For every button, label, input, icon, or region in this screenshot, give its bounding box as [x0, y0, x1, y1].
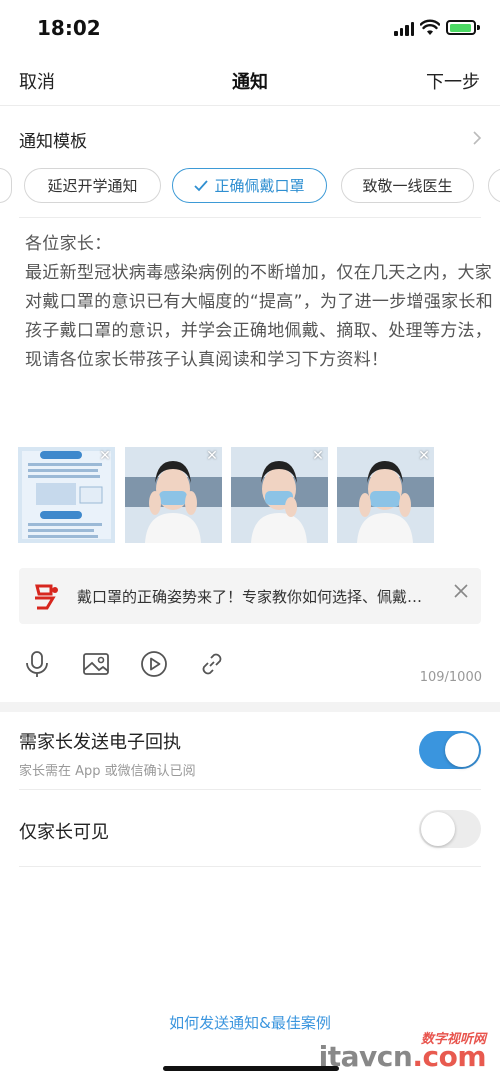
message-greeting: 各位家长：: [25, 234, 112, 254]
message-body[interactable]: 各位家长： 最近新型冠状病毒感染病例的不断增加，仅在几天之内，大家对戴口罩的意识…: [25, 230, 495, 375]
microphone-icon[interactable]: [22, 649, 52, 679]
next-step-button[interactable]: 下一步: [426, 68, 480, 94]
image-thumbnail[interactable]: ✕: [337, 447, 434, 543]
watermark-domain: .com: [412, 1040, 486, 1073]
image-thumbnail[interactable]: ✕: [125, 447, 222, 543]
template-chip-label: 正确佩戴口罩: [214, 177, 305, 195]
template-chips: 延迟开学通知 正确佩戴口罩 致敬一线医生: [0, 168, 500, 204]
link-title: 戴口罩的正确姿势来了！专家教你如何选择、佩戴…: [77, 588, 423, 606]
battery-icon: [446, 20, 476, 35]
watermark-logo: itavcn.com: [319, 1040, 487, 1073]
image-icon[interactable]: [81, 649, 111, 679]
template-chip-label: 致敬一线医生: [362, 177, 453, 195]
divider: [19, 217, 481, 218]
character-counter: 109/1000: [419, 670, 482, 685]
image-thumbnail[interactable]: ✕: [231, 447, 328, 543]
toggle-knob: [421, 812, 455, 846]
status-bar: 18:02: [0, 0, 500, 56]
publisher-logo-icon: [35, 584, 58, 610]
link-icon[interactable]: [197, 649, 227, 679]
parents-only-setting-title: 仅家长可见: [19, 822, 109, 843]
section-separator: [0, 702, 500, 712]
divider: [19, 866, 481, 867]
message-paragraph: 最近新型冠状病毒感染病例的不断增加，仅在几天之内，大家对戴口罩的意识已有大幅度的…: [25, 263, 494, 370]
close-icon[interactable]: ✕: [417, 449, 431, 463]
parents-only-toggle[interactable]: [419, 810, 481, 848]
receipt-setting-title: 需家长发送电子回执: [19, 732, 181, 753]
receipt-setting-subtitle: 家长需在 App 或微信确认已阅: [19, 764, 196, 779]
template-chip-label: 延迟开学通知: [47, 177, 138, 195]
image-thumbnail[interactable]: ✕: [18, 447, 115, 543]
template-chip[interactable]: 延迟开学通知: [24, 168, 161, 203]
video-play-icon[interactable]: [139, 649, 169, 679]
page-title: 通知: [232, 72, 268, 93]
chevron-right-icon: [473, 131, 482, 145]
checkmark-icon: [194, 179, 209, 191]
home-indicator: [163, 1066, 339, 1071]
cellular-signal-icon: [394, 22, 414, 36]
template-chip-partial[interactable]: [0, 168, 12, 203]
close-icon[interactable]: ✕: [205, 449, 219, 463]
close-icon[interactable]: ✕: [98, 449, 112, 463]
receipt-toggle[interactable]: [419, 731, 481, 769]
toggle-knob: [445, 733, 479, 767]
template-chip-selected[interactable]: 正确佩戴口罩: [172, 168, 327, 203]
template-label: 通知模板: [19, 132, 87, 152]
parents-only-setting-row: 仅家长可见: [0, 790, 500, 866]
template-chip[interactable]: 致敬一线医生: [341, 168, 474, 203]
close-icon[interactable]: [453, 583, 469, 599]
template-selector-row[interactable]: 通知模板: [0, 118, 500, 158]
receipt-setting-row: 需家长发送电子回执 家长需在 App 或微信确认已阅: [0, 720, 500, 790]
status-time: 18:02: [37, 16, 101, 40]
link-attachment-card[interactable]: 戴口罩的正确姿势来了！专家教你如何选择、佩戴…: [19, 568, 481, 624]
wifi-icon: [420, 19, 440, 35]
navigation-bar: 取消 通知 下一步: [0, 56, 500, 106]
close-icon[interactable]: ✕: [311, 449, 325, 463]
image-attachments: ✕ ✕ ✕ ✕: [18, 447, 488, 543]
template-chip-partial[interactable]: [488, 168, 500, 203]
battery-cap: [477, 25, 480, 30]
